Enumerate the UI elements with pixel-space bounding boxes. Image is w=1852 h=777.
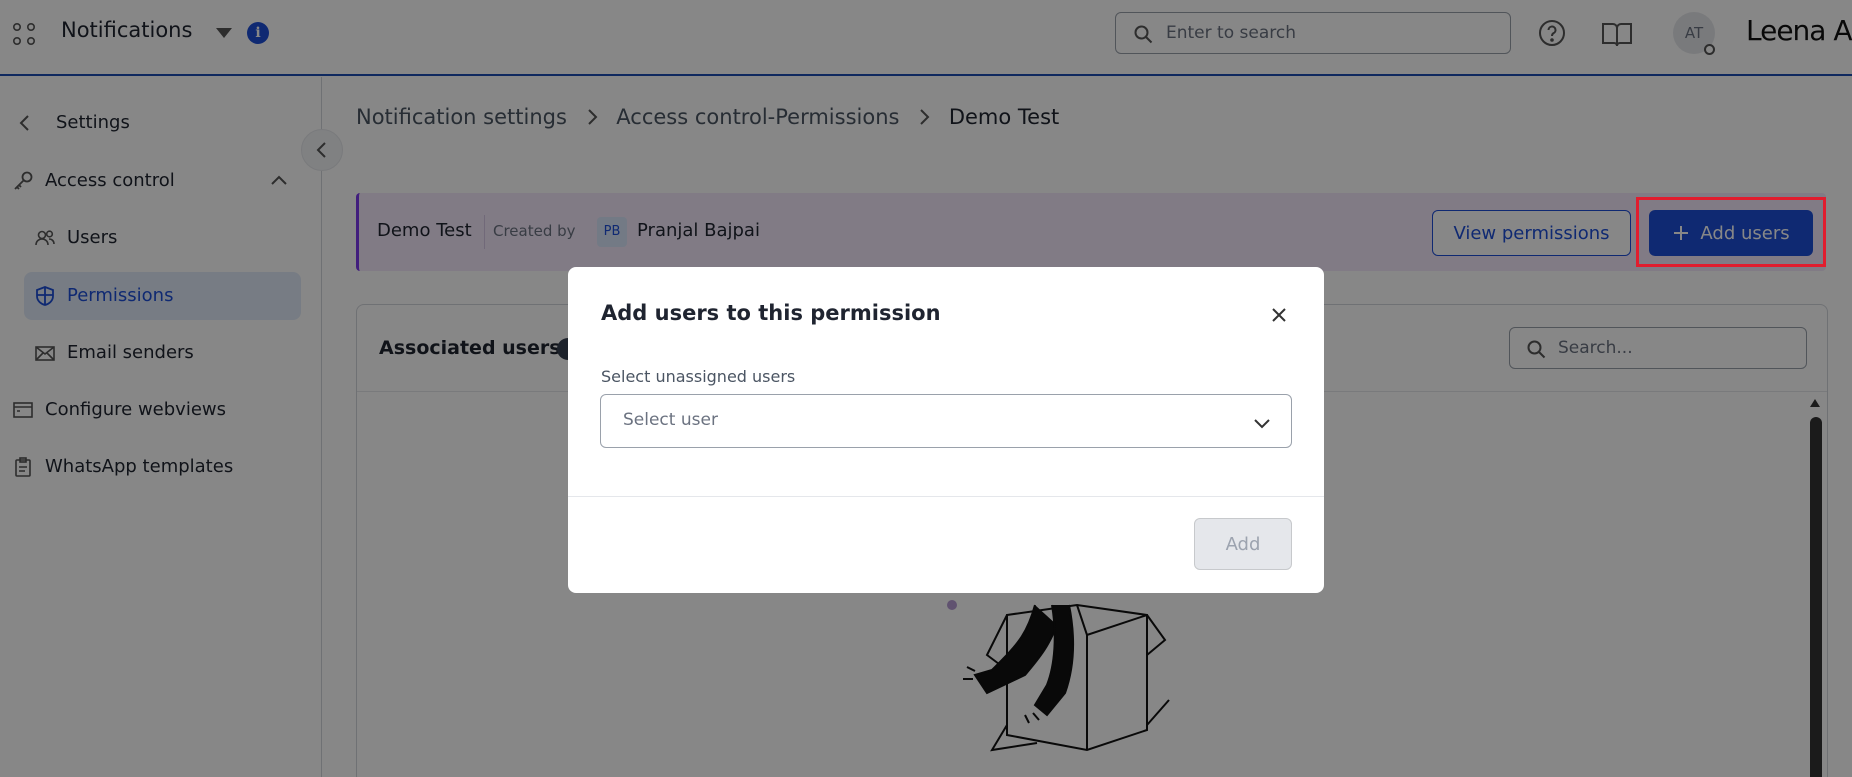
close-icon[interactable] — [1268, 304, 1290, 326]
select-user-dropdown[interactable]: Select user — [600, 394, 1292, 448]
dialog-title: Add users to this permission — [601, 301, 941, 325]
chevron-down-icon — [1254, 419, 1270, 429]
divider — [568, 496, 1324, 497]
select-user-placeholder: Select user — [623, 410, 718, 430]
add-users-dialog: Add users to this permission Select unas… — [568, 267, 1324, 593]
add-button[interactable]: Add — [1194, 518, 1292, 570]
select-users-label: Select unassigned users — [601, 367, 796, 386]
